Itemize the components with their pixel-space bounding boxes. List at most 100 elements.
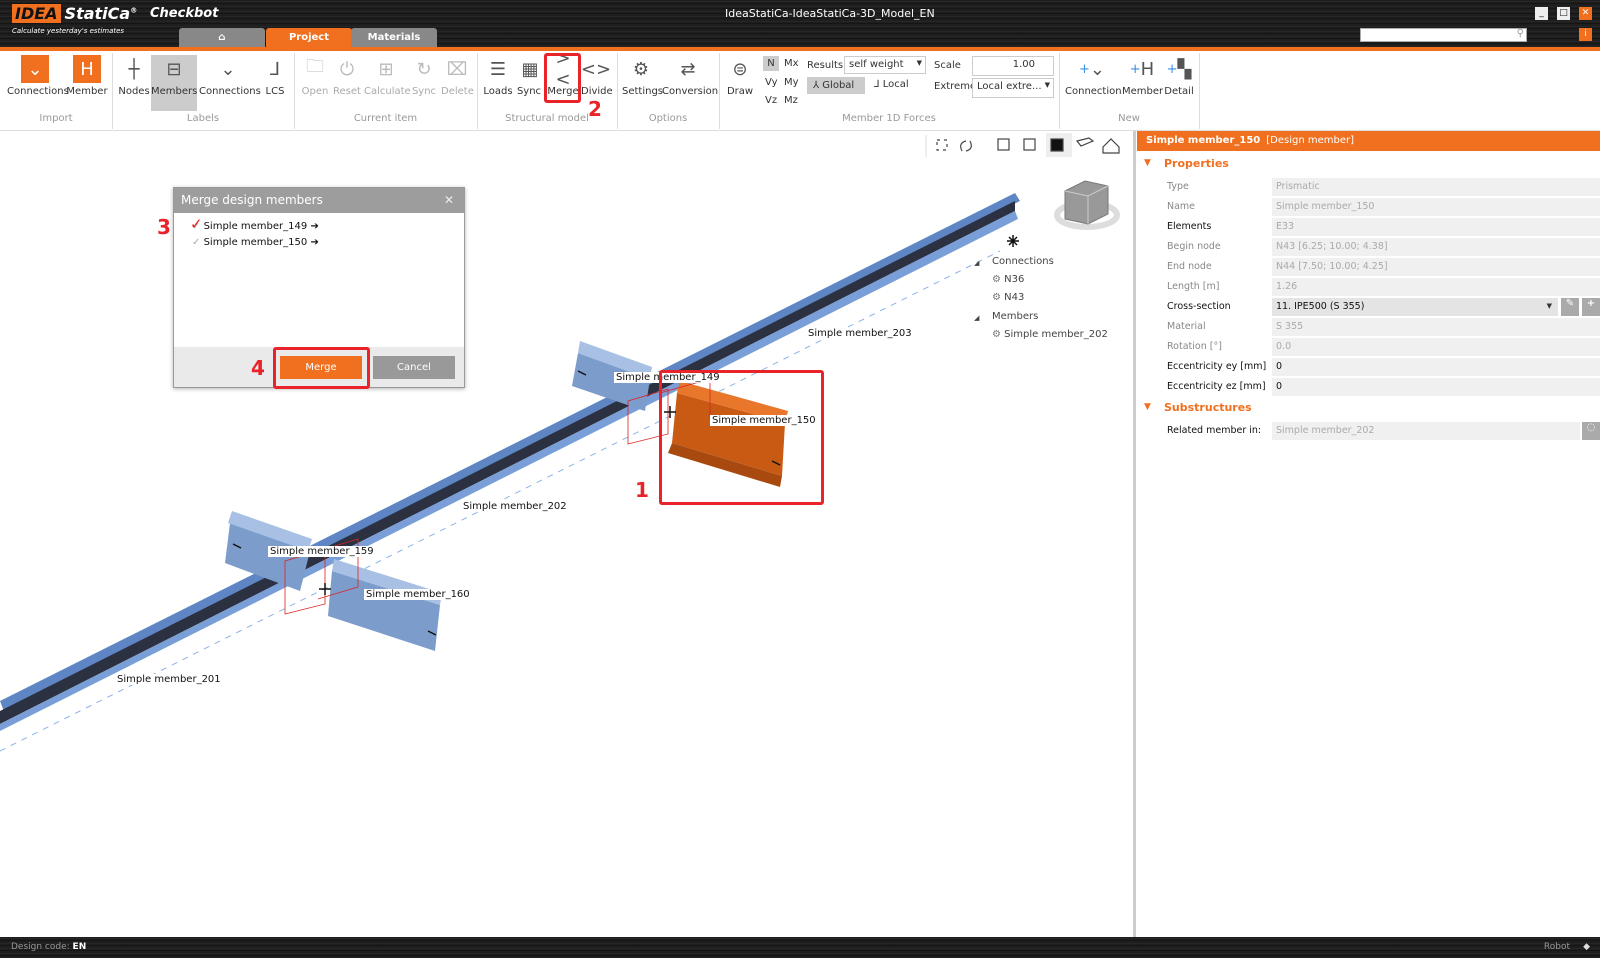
local-toggle[interactable]: ⅃ Local xyxy=(874,79,909,90)
prop-length[interactable]: Length [m] 1.26 xyxy=(1167,278,1600,296)
global-toggle[interactable]: ⅄ Global xyxy=(807,77,865,94)
prop-cross-section[interactable]: Cross-section 11. IPE500 (S 355) ▼ ✎ + xyxy=(1167,298,1600,316)
solid-view-icon[interactable] xyxy=(1050,138,1064,152)
close-icon[interactable]: ✕ xyxy=(444,188,454,213)
annotation-4: 4 xyxy=(251,356,265,380)
zoom-extents-icon[interactable] xyxy=(936,139,948,151)
draw-button[interactable]: ⊜ Draw xyxy=(725,55,755,98)
properties-section-title[interactable]: Properties xyxy=(1164,157,1229,170)
checkbox[interactable]: ✓ xyxy=(192,237,200,248)
search-input[interactable]: ⚲ xyxy=(1360,28,1527,42)
component-vy[interactable]: Vy xyxy=(765,77,778,88)
labels-connections-button[interactable]: ⌄ Connections xyxy=(199,55,261,98)
scale-label: Scale xyxy=(934,60,961,71)
delete-button[interactable]: ⌧ Delete xyxy=(441,55,474,98)
group-label-labels: Labels xyxy=(186,113,220,124)
minimize-button[interactable]: _ xyxy=(1535,7,1548,20)
results-dropdown[interactable]: self weight ▼ xyxy=(844,56,926,74)
global-axes-icon: ⅄ xyxy=(813,80,823,91)
prop-material[interactable]: Material S 355 xyxy=(1167,318,1600,336)
prop-eccentricity-ez[interactable]: Eccentricity ez [mm] 0 xyxy=(1167,378,1600,396)
design-code-value: EN xyxy=(72,942,87,952)
chevron-down-icon: ▼ xyxy=(1546,302,1552,310)
component-vz[interactable]: Vz xyxy=(765,95,777,106)
open-button[interactable]: 🗀 Open xyxy=(300,55,330,97)
tree-item-simple-member-202[interactable]: ⚙ Simple member_202 xyxy=(992,329,1108,340)
view-cube[interactable] xyxy=(1054,180,1120,230)
group-label-import: Import xyxy=(39,113,73,124)
hidden-lines-view-icon[interactable] xyxy=(1023,138,1036,151)
reset-button[interactable]: ⏻ Reset xyxy=(332,55,362,98)
add-icon[interactable]: + xyxy=(1582,298,1600,316)
component-my[interactable]: My xyxy=(784,77,799,88)
sync-item-button[interactable]: ↻ Sync xyxy=(410,55,438,98)
calculate-button[interactable]: ⊞ Calculate xyxy=(364,55,411,98)
maximize-button[interactable]: □ xyxy=(1557,7,1570,20)
prop-end-node[interactable]: End node N44 [7.50; 10.00; 4.25] xyxy=(1167,258,1600,276)
collapse-icon[interactable]: ◢ xyxy=(974,259,979,267)
label-simple-member-159: Simple member_159 xyxy=(268,546,376,557)
label-simple-member-201: Simple member_201 xyxy=(115,674,223,685)
settings-button[interactable]: ⚙ Settings xyxy=(622,55,663,98)
new-member-button[interactable]: + H Member xyxy=(1122,55,1163,98)
arrow-right-icon[interactable]: ➔ xyxy=(310,221,318,232)
tab-project[interactable]: Project xyxy=(266,28,352,47)
sync-button[interactable]: ▦ Sync xyxy=(516,55,542,98)
prop-type[interactable]: Type Prismatic xyxy=(1167,178,1600,196)
prop-begin-node[interactable]: Begin node N43 [6.25; 10.00; 4.38] xyxy=(1167,238,1600,256)
import-member-button[interactable]: H Member xyxy=(66,55,108,97)
tree-connections[interactable]: Connections xyxy=(992,256,1054,267)
component-mx[interactable]: Mx xyxy=(784,58,799,69)
labels-lcs-button[interactable]: ⅃ LCS xyxy=(260,55,290,98)
wireframe-view-icon[interactable] xyxy=(997,138,1010,151)
new-detail-button[interactable]: + ▚ Detail xyxy=(1164,55,1194,98)
new-connection-button[interactable]: + ⌄ Connection xyxy=(1065,55,1122,98)
labels-members-button[interactable]: ⊟ Members xyxy=(151,55,197,111)
prop-name[interactable]: Name Simple member_150 xyxy=(1167,198,1600,216)
prop-rotation[interactable]: Rotation [°] 0.0 xyxy=(1167,338,1600,356)
collapse-icon[interactable]: ▼ xyxy=(1144,402,1151,412)
divide-button[interactable]: <> Divide xyxy=(581,55,613,98)
info-button[interactable]: i xyxy=(1579,28,1592,41)
tab-home[interactable]: ⌂ xyxy=(179,28,265,47)
component-n[interactable]: N xyxy=(763,56,779,71)
robot-plugin-icon[interactable]: ◆ xyxy=(1583,937,1590,958)
substructures-section-title[interactable]: Substructures xyxy=(1164,401,1252,414)
annotation-2: 2 xyxy=(588,97,602,121)
edit-icon[interactable]: ✎ xyxy=(1561,298,1579,316)
gear-icon: ⚙ xyxy=(992,292,1005,303)
extreme-dropdown[interactable]: Local extre... ▼ xyxy=(972,78,1054,98)
conversion-button[interactable]: ⇄ Conversion xyxy=(662,55,718,98)
component-mz[interactable]: Mz xyxy=(784,95,798,106)
group-label-current-item: Current item xyxy=(353,113,418,124)
collapse-icon[interactable]: ▼ xyxy=(1144,158,1151,168)
panel-splitter[interactable] xyxy=(1133,131,1136,937)
tree-members[interactable]: Members xyxy=(992,311,1038,322)
import-connections-button[interactable]: ⌄ Connections xyxy=(7,55,69,97)
tab-materials[interactable]: Materials xyxy=(351,28,437,47)
gear-icon: ⚙ xyxy=(992,329,1005,340)
home-view-icon[interactable] xyxy=(1102,138,1120,154)
target-icon[interactable]: ◌ xyxy=(1582,422,1600,440)
labels-nodes-button[interactable]: ┼ Nodes xyxy=(117,55,151,98)
add-detail-icon: + ▚ xyxy=(1166,58,1192,80)
section-view-icon[interactable] xyxy=(1075,137,1095,147)
dialog-item-150[interactable]: ✓ Simple member_150 ➔ xyxy=(192,237,319,248)
collapse-icon[interactable]: ◢ xyxy=(974,314,979,322)
prop-eccentricity-ey[interactable]: Eccentricity ey [mm] 0 xyxy=(1167,358,1600,376)
cancel-button[interactable]: Cancel xyxy=(373,356,455,379)
prop-related-member[interactable]: Related member in: Simple member_202 ◌ xyxy=(1167,422,1600,440)
arrow-right-icon[interactable]: ➔ xyxy=(310,237,318,248)
dialog-item-149[interactable]: ✓ Simple member_149 ➔ xyxy=(192,221,319,232)
prop-elements[interactable]: Elements E33 xyxy=(1167,218,1600,236)
dialog-title: Merge design members xyxy=(181,193,323,207)
model-canvas[interactable] xyxy=(0,131,1133,937)
loads-button[interactable]: ☰ Loads xyxy=(483,55,513,98)
3d-viewport[interactable]: Simple member_149 Simple member_150 Simp… xyxy=(0,131,1133,937)
rotate-icon[interactable] xyxy=(960,140,972,152)
close-button[interactable]: ✕ xyxy=(1579,7,1592,20)
scale-input[interactable]: 1.00 xyxy=(972,56,1054,76)
tree-item-n36[interactable]: ⚙ N36 xyxy=(992,274,1024,285)
divider xyxy=(1199,53,1200,129)
tree-item-n43[interactable]: ⚙ N43 xyxy=(992,292,1024,303)
